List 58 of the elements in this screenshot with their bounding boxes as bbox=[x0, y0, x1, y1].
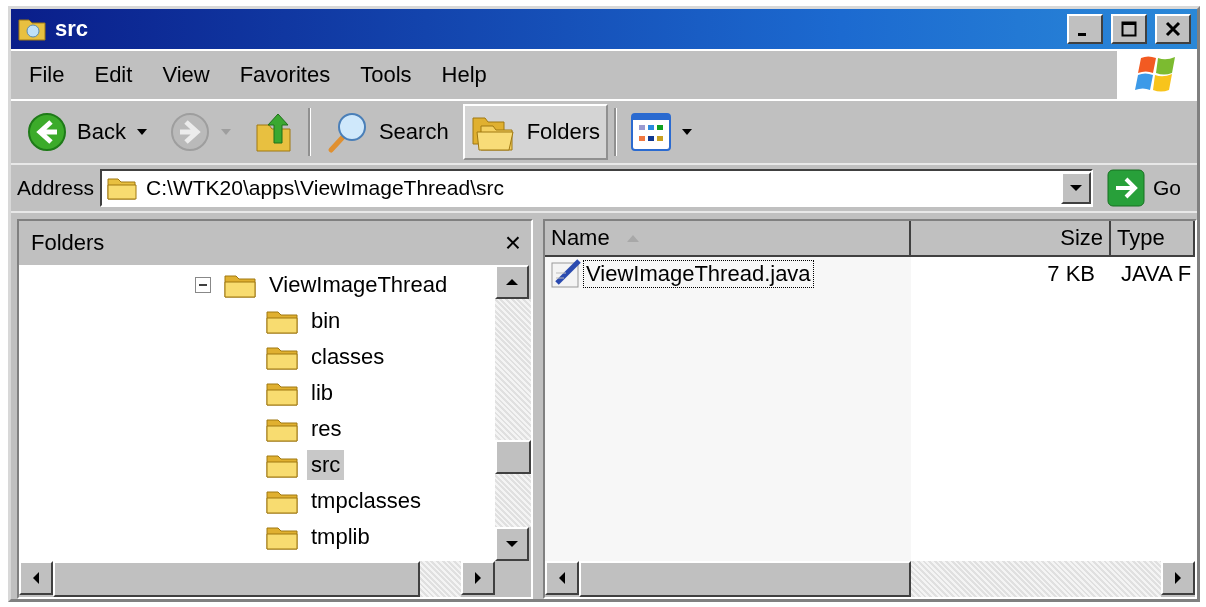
back-button[interactable]: Back bbox=[19, 104, 156, 160]
menu-item[interactable]: View bbox=[162, 62, 210, 88]
column-header[interactable]: Name bbox=[545, 221, 911, 255]
column-header[interactable]: Type bbox=[1111, 221, 1195, 255]
tree-item[interactable]: src bbox=[307, 450, 345, 480]
menu-item[interactable]: Favorites bbox=[239, 62, 331, 88]
close-button[interactable]: × bbox=[504, 227, 521, 259]
dropdown-button[interactable] bbox=[1061, 172, 1091, 204]
scroll-thumb[interactable] bbox=[579, 561, 911, 597]
caret-icon bbox=[1069, 184, 1083, 192]
maximize-button[interactable] bbox=[1111, 14, 1147, 44]
search-button[interactable]: Search bbox=[316, 104, 457, 160]
folder-up-icon bbox=[253, 111, 294, 153]
menu-item[interactable]: Tools bbox=[360, 62, 412, 88]
tree-item[interactable]: lib bbox=[307, 378, 337, 408]
up-arrow-icon bbox=[505, 278, 519, 286]
folders-button[interactable]: Folders bbox=[462, 104, 608, 160]
address-field[interactable]: C:\WTK20\apps\ViewImageThread\src bbox=[100, 169, 1093, 207]
close-button[interactable] bbox=[1155, 14, 1191, 44]
tree-item[interactable]: tmpclasses bbox=[307, 486, 426, 516]
caret-icon bbox=[135, 128, 148, 136]
close-icon bbox=[1165, 21, 1181, 37]
maximize-icon bbox=[1121, 21, 1137, 37]
document-icon bbox=[551, 259, 583, 289]
tree-item[interactable]: tmplib bbox=[307, 522, 374, 552]
pane-title: Folders bbox=[31, 230, 105, 256]
horizontal-scrollbar[interactable] bbox=[545, 561, 1195, 597]
address-label: Address bbox=[17, 176, 95, 200]
go-button[interactable]: Go bbox=[1099, 169, 1191, 207]
vertical-scrollbar[interactable] bbox=[495, 265, 531, 561]
column-header[interactable]: Size bbox=[911, 221, 1111, 255]
scroll-thumb[interactable] bbox=[495, 440, 531, 475]
collapse-toggle[interactable] bbox=[195, 277, 211, 293]
tree-item[interactable]: bin bbox=[307, 306, 345, 336]
folder-icon bbox=[17, 16, 49, 42]
file-name[interactable]: ViewImageThread.java bbox=[583, 260, 814, 288]
menu-item[interactable]: Help bbox=[441, 62, 487, 88]
file-type: JAVA F bbox=[1121, 261, 1192, 287]
menu-item[interactable]: File bbox=[29, 62, 65, 88]
tree-item[interactable]: res bbox=[307, 414, 346, 444]
views-icon bbox=[631, 113, 671, 151]
down-arrow-icon bbox=[505, 540, 519, 548]
menu-item[interactable]: Edit bbox=[94, 62, 133, 88]
file-size: 7 KB bbox=[1047, 261, 1095, 287]
left-arrow-icon bbox=[558, 571, 566, 585]
minimize-button[interactable] bbox=[1067, 14, 1103, 44]
horizontal-scrollbar[interactable] bbox=[19, 561, 495, 597]
left-arrow-icon bbox=[32, 571, 40, 585]
window-title: src bbox=[55, 16, 89, 42]
right-arrow-icon bbox=[474, 571, 482, 585]
caret-icon bbox=[681, 128, 693, 136]
folder-icon bbox=[106, 175, 139, 201]
tree-item[interactable]: classes bbox=[307, 342, 389, 372]
tree-item[interactable]: ViewImageThread bbox=[265, 270, 452, 300]
right-arrow-icon bbox=[1174, 571, 1182, 585]
minimize-icon bbox=[1078, 32, 1086, 36]
scroll-thumb[interactable] bbox=[53, 561, 421, 597]
caret-icon bbox=[219, 128, 232, 136]
